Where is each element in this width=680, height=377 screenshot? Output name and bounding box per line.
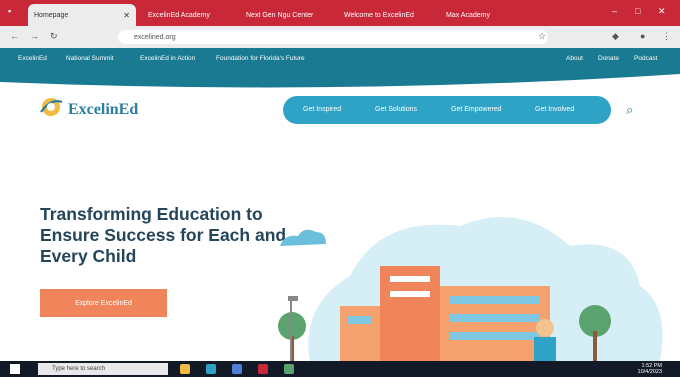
clock[interactable]: 1:52 PM 10/4/2023 [638, 363, 662, 375]
hero-headline: Transforming Education to Ensure Success… [40, 204, 287, 266]
address-text: excelined.org [134, 33, 176, 41]
profile-icon[interactable]: ● [640, 31, 645, 41]
util-link-donate[interactable]: Donate [598, 55, 619, 62]
close-icon[interactable]: ✕ [123, 11, 130, 20]
maximize-icon[interactable]: □ [635, 6, 640, 16]
hero-illustration [278, 217, 663, 361]
util-link[interactable]: Foundation for Florida's Future [216, 55, 305, 62]
explore-button[interactable]: Explore ExcelinEd [40, 289, 167, 317]
taskbar-search-text: Type here to search [52, 366, 106, 372]
cloud-icon [280, 229, 326, 246]
logo-icon[interactable] [38, 96, 64, 118]
util-link[interactable]: ExcelinEd [18, 55, 47, 62]
extensions-icon[interactable]: ◆ [612, 31, 619, 42]
tab-academy[interactable]: ExcelinEd Academy [142, 4, 234, 26]
browser-menu-icon[interactable]: ▪ [8, 6, 11, 16]
nav-get-empowered[interactable]: Get Empowered [451, 106, 502, 113]
windows-start-icon[interactable] [10, 364, 20, 374]
browser-tab-strip: ▪ Homepage ✕ ExcelinEd Academy Next Gen … [0, 0, 680, 26]
header-curve [0, 70, 680, 88]
util-link[interactable]: ExcelinEd in Action [140, 55, 195, 62]
nav-get-solutions[interactable]: Get Solutions [375, 106, 417, 113]
search-icon[interactable]: ⌕ [626, 102, 633, 118]
tab-max[interactable]: Max Academy [440, 4, 520, 26]
logo-text[interactable]: ExcelinEd [68, 101, 138, 119]
file-explorer-icon[interactable] [180, 364, 190, 374]
more-icon[interactable]: ⋮ [662, 31, 671, 42]
clock-date: 10/4/2023 [637, 369, 662, 375]
back-icon[interactable]: ← [10, 31, 19, 41]
mail-app-icon[interactable] [232, 364, 242, 374]
taskbar: Type here to search 1:52 PM 10/4/2023 [0, 361, 680, 377]
browser-toolbar: ← → ↻ excelined.org ☆ ◆ ● ⋮ [0, 26, 680, 48]
app-icon[interactable] [284, 364, 294, 374]
util-link-about[interactable]: About [566, 55, 583, 62]
nav-get-involved[interactable]: Get Involved [535, 106, 574, 113]
address-bar[interactable]: excelined.org [118, 30, 548, 44]
util-link[interactable]: National Summit [66, 55, 114, 62]
site-utility-bar: ExcelinEd National Summit ExcelinEd in A… [0, 48, 680, 70]
browser-app-icon[interactable] [206, 364, 216, 374]
tab-label: Next Gen Ngu Center [246, 11, 314, 19]
reload-icon[interactable]: ↻ [50, 31, 58, 42]
nav-get-inspired[interactable]: Get Inspired [303, 106, 341, 113]
tab-welcome[interactable]: Welcome to ExcelinEd [338, 4, 434, 26]
tab-label: Welcome to ExcelinEd [344, 11, 414, 19]
close-window-icon[interactable]: ✕ [658, 6, 666, 17]
tab-label: Homepage [34, 11, 69, 19]
tab-ngu[interactable]: Next Gen Ngu Center [240, 4, 332, 26]
tab-label: Max Academy [446, 11, 490, 19]
forward-icon[interactable]: → [30, 31, 39, 41]
star-icon[interactable]: ☆ [538, 31, 546, 42]
app-icon[interactable] [258, 364, 268, 374]
tab-homepage[interactable]: Homepage ✕ [28, 4, 136, 26]
taskbar-search[interactable]: Type here to search [38, 363, 168, 375]
tab-label: ExcelinEd Academy [148, 11, 210, 19]
minimize-icon[interactable]: – [612, 6, 617, 16]
util-link-podcast[interactable]: Podcast [634, 55, 658, 62]
main-nav: Get Inspired Get Solutions Get Empowered… [283, 96, 611, 124]
